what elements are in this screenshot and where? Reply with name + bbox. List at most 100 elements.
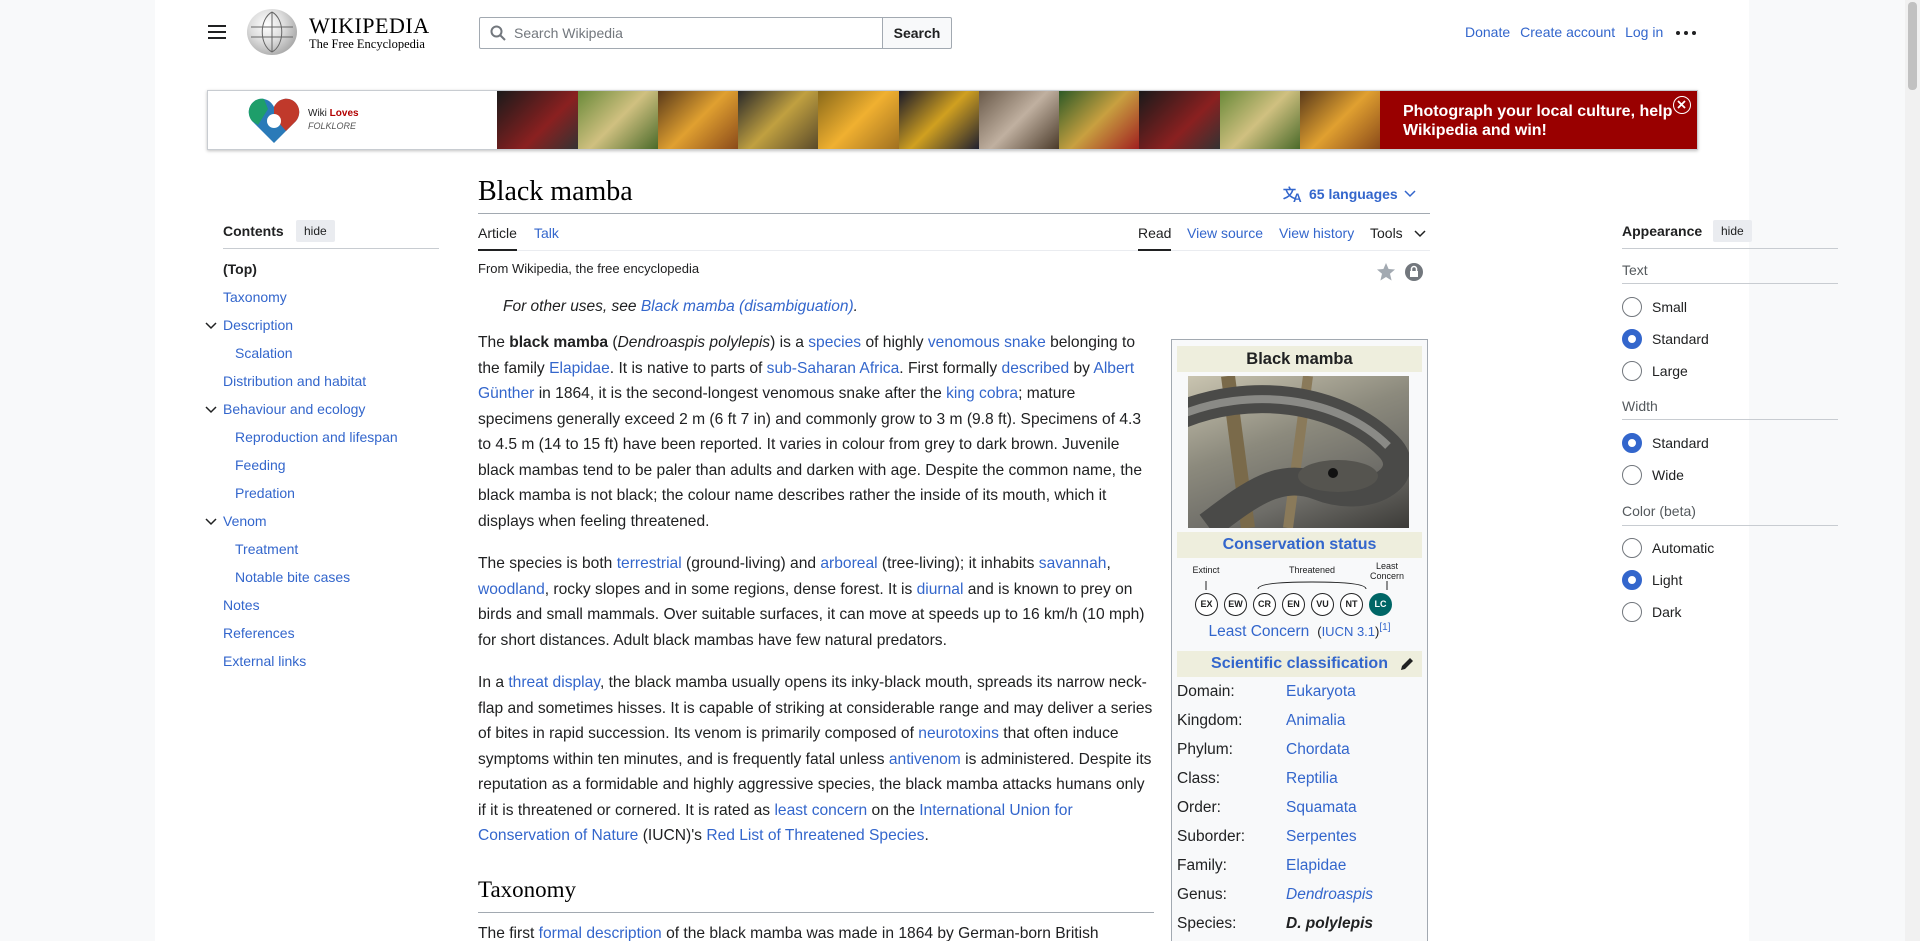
- link-diurnal[interactable]: diurnal: [917, 581, 964, 598]
- tab-read[interactable]: Read: [1138, 225, 1171, 241]
- scrollbar-thumb[interactable]: [1908, 2, 1917, 90]
- chevron-down-icon[interactable]: [205, 318, 217, 330]
- more-options-icon[interactable]: [1675, 25, 1697, 41]
- radio-text-standard[interactable]: Standard: [1622, 329, 1709, 349]
- iucn-link[interactable]: IUCN 3.1: [1322, 624, 1375, 639]
- link-terrestrial[interactable]: terrestrial: [617, 555, 682, 572]
- campaign-banner[interactable]: Wiki Loves FOLKLORE Photograph your loca…: [207, 90, 1698, 150]
- row-value-link[interactable]: Serpentes: [1286, 828, 1357, 846]
- reference-1[interactable]: [1]: [1379, 622, 1390, 633]
- link-savannah[interactable]: savannah: [1039, 555, 1107, 572]
- toc-item-behaviour[interactable]: Behaviour and ecology: [223, 401, 365, 417]
- link-king-cobra[interactable]: king cobra: [946, 385, 1018, 402]
- toc-hide-button[interactable]: hide: [296, 220, 335, 242]
- tab-talk[interactable]: Talk: [534, 225, 559, 241]
- link-venomous-snake[interactable]: venomous snake: [928, 334, 1046, 351]
- link-antivenom[interactable]: antivenom: [889, 751, 961, 768]
- toc-item-top[interactable]: (Top): [223, 261, 257, 277]
- black-mamba-photo[interactable]: [1188, 376, 1409, 528]
- conservation-status-line: Least Concern (IUCN 3.1)[1]: [1208, 622, 1391, 641]
- row-value-link[interactable]: Chordata: [1286, 741, 1350, 759]
- banner-call-to-action[interactable]: Photograph your local culture, help Wiki…: [1380, 91, 1697, 149]
- link-red-list[interactable]: Red List of Threatened Species: [706, 827, 924, 844]
- row-value-link[interactable]: Dendroaspis: [1286, 886, 1373, 904]
- link-sub-saharan-africa[interactable]: sub-Saharan Africa: [767, 360, 900, 377]
- main-menu-icon[interactable]: [205, 20, 229, 44]
- status-ex: EX: [1195, 593, 1218, 616]
- least-concern-link[interactable]: Least Concern: [1208, 623, 1309, 640]
- link-arboreal[interactable]: arboreal: [820, 555, 877, 572]
- toc-item-scalation[interactable]: Scalation: [235, 345, 293, 361]
- row-value-link[interactable]: Reptilia: [1286, 770, 1338, 788]
- link-least-concern[interactable]: least concern: [774, 802, 867, 819]
- create-account-link[interactable]: Create account: [1520, 24, 1615, 40]
- radio-width-standard[interactable]: Standard: [1622, 433, 1709, 453]
- hatnote-link[interactable]: Black mamba (disambiguation): [641, 298, 854, 315]
- radio-color-dark[interactable]: Dark: [1622, 602, 1682, 622]
- chevron-down-icon[interactable]: [205, 402, 217, 414]
- wikipedia-logo[interactable]: Wikipedia The Free Encyclopedia: [247, 9, 447, 57]
- radio-text-large[interactable]: Large: [1622, 361, 1688, 381]
- link-described[interactable]: described: [1002, 360, 1070, 377]
- search-button[interactable]: Search: [882, 17, 952, 49]
- p4-text: The first: [478, 925, 539, 941]
- row-value-link[interactable]: Squamata: [1286, 799, 1357, 817]
- radio-label: Small: [1652, 299, 1688, 315]
- toc-item-venom[interactable]: Venom: [223, 513, 267, 529]
- conservation-status-heading[interactable]: Conservation status: [1177, 532, 1422, 558]
- link-neurotoxins[interactable]: neurotoxins: [918, 725, 999, 742]
- appearance-hide-button[interactable]: hide: [1713, 220, 1752, 242]
- language-selector[interactable]: 文A 65 languages: [1283, 185, 1416, 203]
- link-threat-display[interactable]: threat display: [508, 674, 600, 691]
- appearance-divider: [1622, 283, 1838, 284]
- tab-view-history[interactable]: View history: [1279, 225, 1354, 241]
- language-count: 65 languages: [1309, 186, 1398, 202]
- donate-link[interactable]: Donate: [1465, 24, 1510, 40]
- toc-item-references[interactable]: References: [223, 625, 295, 641]
- radio-color-automatic[interactable]: Automatic: [1622, 538, 1714, 558]
- log-in-link[interactable]: Log in: [1625, 24, 1663, 40]
- row-value: D. polylepis: [1286, 915, 1373, 932]
- hatnote-prefix: For other uses, see: [503, 298, 641, 315]
- tab-tools[interactable]: Tools: [1370, 225, 1403, 241]
- tab-view-source[interactable]: View source: [1187, 225, 1263, 241]
- toc-item-taxonomy[interactable]: Taxonomy: [223, 289, 287, 305]
- scientific-classification-link[interactable]: Scientific classification: [1211, 655, 1388, 672]
- chevron-down-icon[interactable]: [1414, 229, 1426, 239]
- edit-pencil-icon[interactable]: [1400, 657, 1414, 671]
- page-scrollbar[interactable]: [1905, 0, 1920, 941]
- toc-item-distribution[interactable]: Distribution and habitat: [223, 373, 366, 389]
- search-input[interactable]: [514, 25, 864, 41]
- toc-item-description[interactable]: Description: [223, 317, 293, 333]
- row-value-link[interactable]: Elapidae: [1286, 857, 1346, 875]
- wiki-loves-folklore-text: Wiki Loves FOLKLORE: [308, 108, 359, 133]
- p1-text: in 1864, it is the second-longest venomo…: [534, 385, 947, 402]
- wl-text-loves: Loves: [329, 107, 359, 119]
- toc-item-predation[interactable]: Predation: [235, 485, 295, 501]
- featured-star-icon[interactable]: [1376, 262, 1396, 282]
- link-woodland[interactable]: woodland: [478, 581, 545, 598]
- radio-text-small[interactable]: Small: [1622, 297, 1687, 317]
- toc-item-notable-bites[interactable]: Notable bite cases: [235, 569, 350, 585]
- close-icon[interactable]: [1673, 96, 1691, 114]
- toc-item-notes[interactable]: Notes: [223, 597, 260, 613]
- radio-button: [1622, 297, 1642, 317]
- link-formal-description[interactable]: formal description: [539, 925, 662, 941]
- toc-item-feeding[interactable]: Feeding: [235, 457, 286, 473]
- link-elapidae[interactable]: Elapidae: [549, 360, 610, 377]
- lock-icon[interactable]: [1405, 262, 1423, 282]
- radio-color-light[interactable]: Light: [1622, 570, 1682, 590]
- row-value-link[interactable]: Eukaryota: [1286, 683, 1356, 701]
- row-value-link[interactable]: Animalia: [1286, 712, 1345, 730]
- p2-text: ,: [1106, 555, 1111, 572]
- toc-item-external-links[interactable]: External links: [223, 653, 306, 669]
- toc-item-reproduction[interactable]: Reproduction and lifespan: [235, 429, 398, 445]
- row-key: Genus:: [1177, 886, 1227, 903]
- link-species[interactable]: species: [808, 334, 861, 351]
- wl-text-wiki: Wiki: [308, 107, 327, 119]
- radio-width-wide[interactable]: Wide: [1622, 465, 1684, 485]
- toc-item-treatment[interactable]: Treatment: [235, 541, 298, 557]
- tab-article[interactable]: Article: [478, 225, 517, 241]
- chevron-down-icon[interactable]: [205, 514, 217, 526]
- wikipedia-globe-icon: [247, 9, 297, 55]
